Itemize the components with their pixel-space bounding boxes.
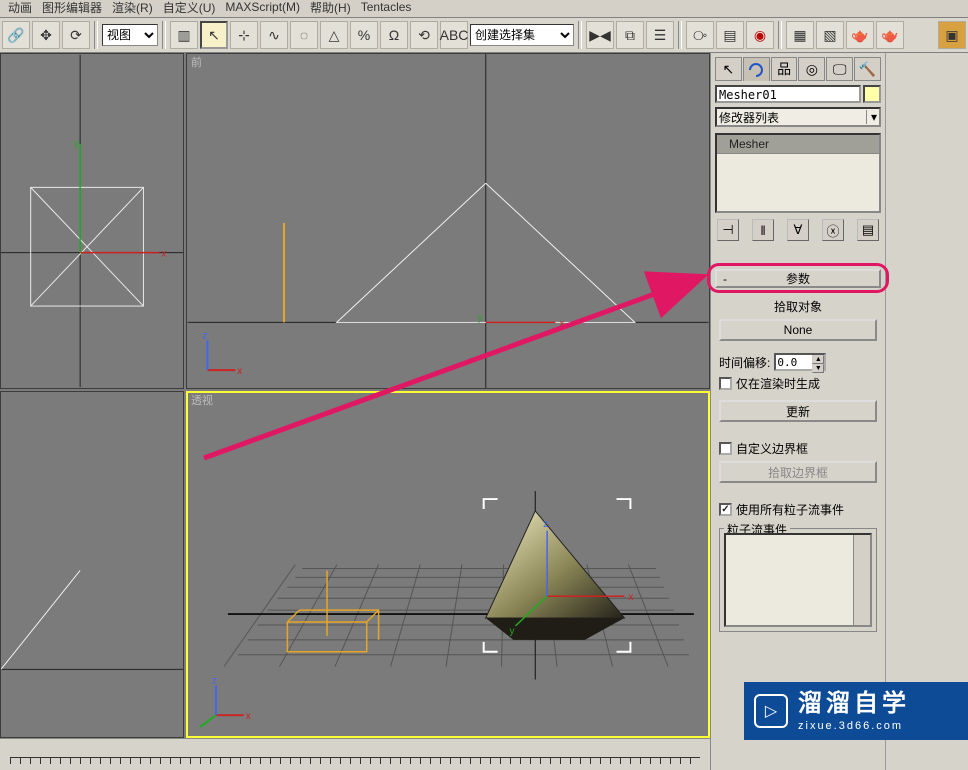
- spinner-snap-icon[interactable]: ⟲: [410, 21, 438, 49]
- watermark: ▷ 溜溜自学 zixue.3d66.com: [744, 682, 968, 740]
- object-name-field[interactable]: Mesher01: [715, 85, 861, 103]
- pin-stack-icon[interactable]: ⊣: [717, 219, 739, 241]
- link-icon[interactable]: 🔗: [2, 21, 30, 49]
- pick-bbox-button[interactable]: 拾取边界框: [719, 461, 877, 483]
- menu-item[interactable]: Tentacles: [357, 0, 416, 14]
- watermark-url: zixue.3d66.com: [798, 719, 910, 733]
- quick-render-icon[interactable]: 🫖: [846, 21, 874, 49]
- custom-bbox-checkbox[interactable]: [719, 442, 732, 455]
- viewport-top[interactable]: x y: [0, 53, 184, 389]
- menu-item[interactable]: 图形编辑器: [38, 0, 106, 16]
- tab-utilities-icon[interactable]: 🔨: [854, 57, 881, 81]
- menu-item[interactable]: MAXScript(M): [221, 0, 304, 14]
- pick-none-button[interactable]: None: [719, 319, 877, 341]
- update-button[interactable]: 更新: [719, 400, 877, 422]
- custom-bbox-label: 自定义边界框: [736, 440, 808, 457]
- time-offset-label: 时间偏移:: [719, 354, 770, 371]
- selection-set-dropdown[interactable]: 创建选择集: [470, 24, 574, 46]
- use-all-pf-checkbox[interactable]: [719, 503, 732, 516]
- reactor-icon[interactable]: ▣: [938, 21, 966, 49]
- snap-angle-icon[interactable]: △: [320, 21, 348, 49]
- modifier-stack-item[interactable]: Mesher: [717, 135, 879, 154]
- use-all-pf-label: 使用所有粒子流事件: [736, 501, 844, 518]
- svg-text:z: z: [202, 330, 207, 341]
- render-only-checkbox[interactable]: [719, 377, 732, 390]
- tab-display-icon[interactable]: 🖵: [826, 57, 853, 81]
- object-color-swatch[interactable]: [863, 85, 881, 103]
- modifier-list-dropdown[interactable]: 修改器列表 ▾: [715, 107, 881, 127]
- move-icon[interactable]: ✥: [32, 21, 60, 49]
- menu-item[interactable]: 帮助(H): [306, 0, 355, 16]
- spinner-up-icon[interactable]: ▲: [812, 355, 824, 364]
- view-dropdown[interactable]: 视图: [102, 24, 158, 46]
- show-end-result-icon[interactable]: ‖: [752, 219, 774, 241]
- command-panel: ↖ 品 ◎ 🖵 🔨 Mesher01 修改器列表 ▾ Mesher ⊣ ‖ ∀ …: [710, 53, 968, 770]
- menu-item[interactable]: 动画: [4, 0, 36, 16]
- snap-toggle-icon[interactable]: ∿: [260, 21, 288, 49]
- rollout-parameters[interactable]: - 参数: [715, 269, 881, 288]
- mirror-icon[interactable]: ▶◀: [586, 21, 614, 49]
- svg-text:x: x: [246, 711, 251, 722]
- svg-text:y: y: [478, 312, 483, 323]
- watermark-title: 溜溜自学: [798, 688, 910, 719]
- render-only-label: 仅在渲染时生成: [736, 375, 820, 392]
- pf-events-listbox[interactable]: [724, 533, 872, 627]
- filter-icon[interactable]: ▥: [170, 21, 198, 49]
- rollout-body: 拾取对象 None 时间偏移: ▲▼ 仅在渲染时生成 更新 自定义边界框 拾取边…: [715, 288, 881, 636]
- make-unique-icon[interactable]: ∀: [787, 219, 809, 241]
- spinner-down-icon[interactable]: ▼: [812, 364, 824, 373]
- selection-icon[interactable]: ◌: [290, 21, 318, 49]
- viewport-front[interactable]: 前 x y x z: [186, 53, 710, 389]
- render-setup-icon[interactable]: ▦: [786, 21, 814, 49]
- tab-hierarchy-icon[interactable]: 品: [771, 57, 798, 81]
- tab-modify-icon[interactable]: [743, 57, 770, 81]
- configure-sets-icon[interactable]: ▤: [857, 219, 879, 241]
- panel-tabs: ↖ 品 ◎ 🖵 🔨: [715, 57, 881, 81]
- menu-item[interactable]: 渲染(R): [108, 0, 157, 16]
- svg-text:z: z: [543, 519, 548, 530]
- svg-text:y: y: [74, 138, 79, 149]
- axis-icon[interactable]: ⊹: [230, 21, 258, 49]
- svg-text:x: x: [628, 592, 633, 603]
- tab-motion-icon[interactable]: ◎: [798, 57, 825, 81]
- modifier-stack-toolbar: ⊣ ‖ ∀ ⓧ ▤: [715, 219, 881, 241]
- material-editor-icon[interactable]: ◉: [746, 21, 774, 49]
- viewport-left[interactable]: [0, 391, 184, 738]
- remove-modifier-icon[interactable]: ⓧ: [822, 219, 844, 241]
- magnet-icon[interactable]: Ω: [380, 21, 408, 49]
- tab-create-icon[interactable]: ↖: [715, 57, 742, 81]
- percent-snap-icon[interactable]: %: [350, 21, 378, 49]
- curve-editor-icon[interactable]: ⧂: [686, 21, 714, 49]
- menu-item[interactable]: 自定义(U): [159, 0, 220, 16]
- pick-object-label: 拾取对象: [719, 298, 877, 315]
- viewport-area: x y 前 x y x z 透视: [0, 53, 710, 738]
- pf-events-group: 粒子流事件: [719, 528, 877, 632]
- chevron-down-icon: ▾: [866, 110, 877, 124]
- align-icon[interactable]: ⧉: [616, 21, 644, 49]
- svg-text:z: z: [212, 675, 217, 686]
- svg-text:x: x: [161, 249, 166, 260]
- svg-text:y: y: [509, 626, 514, 637]
- render-icon[interactable]: 🫖: [876, 21, 904, 49]
- svg-text:x: x: [237, 366, 242, 377]
- render-frame-icon[interactable]: ▧: [816, 21, 844, 49]
- play-icon: ▷: [754, 694, 788, 728]
- collapse-icon: -: [723, 272, 727, 286]
- viewport-perspective[interactable]: 透视: [186, 391, 710, 738]
- menu-bar: 动画 图形编辑器 渲染(R) 自定义(U) MAXScript(M) 帮助(H)…: [0, 0, 968, 17]
- svg-text:x: x: [559, 318, 564, 329]
- named-selection-icon[interactable]: ABC: [440, 21, 468, 49]
- time-offset-input[interactable]: [776, 355, 812, 369]
- main-toolbar: 🔗 ✥ ⟳ 视图 ▥ ↖ ⊹ ∿ ◌ △ % Ω ⟲ ABC 创建选择集 ▶◀ …: [0, 17, 968, 53]
- time-offset-spinner[interactable]: ▲▼: [774, 353, 826, 371]
- rotate-icon[interactable]: ⟳: [62, 21, 90, 49]
- panel-scrollbar-area[interactable]: [885, 53, 968, 770]
- modifier-stack[interactable]: Mesher: [715, 133, 881, 213]
- layer-icon[interactable]: ☰: [646, 21, 674, 49]
- schematic-view-icon[interactable]: ▤: [716, 21, 744, 49]
- timeline-ruler[interactable]: [0, 738, 710, 770]
- select-icon[interactable]: ↖: [200, 21, 228, 49]
